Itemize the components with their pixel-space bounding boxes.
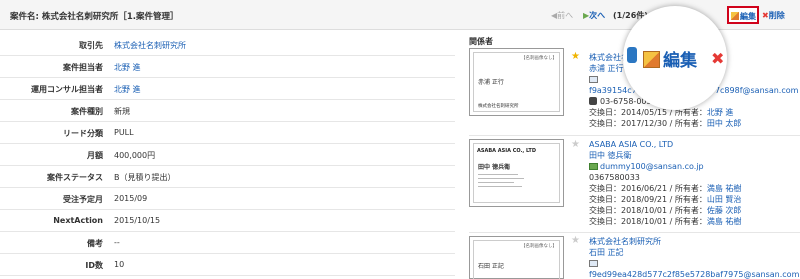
card-name: 石田 正記	[478, 263, 504, 270]
contact-email-link[interactable]: f9ed99ea428d577c2f85e5728baf7975@sansan.…	[589, 270, 799, 279]
business-card-thumbnail[interactable]: 【名刺画像なし】 赤浦 正行 株式会社名刺研究所	[469, 48, 564, 116]
exchange-owner-link[interactable]: 北野 進	[707, 108, 734, 117]
contact-company-link[interactable]: ASABA ASIA CO., LTD	[589, 140, 673, 149]
field-value: --	[114, 238, 120, 247]
field-row: 案件担当者 北野 進	[0, 56, 455, 78]
divider	[469, 135, 800, 136]
exchange-date: 交換日：2018/10/01 / 所有者：	[589, 217, 707, 226]
card-icon	[589, 260, 598, 267]
exchange-date: 交換日：2016/06/21 / 所有者：	[589, 184, 707, 193]
exchange-owner-link[interactable]: 山田 賢治	[707, 195, 742, 204]
exchange-owner-link[interactable]: 佐藤 次郎	[707, 206, 742, 215]
magnified-edit-button: 編集	[643, 46, 697, 71]
field-label: リード分類	[63, 129, 103, 138]
mail-icon	[589, 163, 598, 170]
next-link[interactable]: ▶次へ	[583, 10, 605, 21]
field-row: NextAction 2015/10/15	[0, 210, 455, 232]
contact-phone: 0367580033	[589, 173, 640, 182]
field-row: 案件ステータス B（見積り提出）	[0, 166, 455, 188]
page-title: 案件名: 株式会社名刺研究所［1.案件管理］	[10, 12, 179, 22]
field-label: 受注予定月	[63, 195, 103, 204]
field-value-link[interactable]: 株式会社名刺研究所	[114, 40, 186, 51]
field-row: ID数 10	[0, 254, 455, 276]
delete-icon: ✖	[762, 11, 769, 20]
contact-email-link[interactable]: dummy100@sansan.co.jp	[600, 162, 704, 171]
exchange-owner-link[interactable]: 田中 太郎	[707, 119, 742, 128]
card-line	[478, 186, 522, 187]
magnified-delete-icon: ✖	[711, 49, 725, 68]
star-icon[interactable]: ★	[571, 51, 580, 62]
magnifier-overlay: 編集 ✖	[623, 6, 727, 110]
exchange-owner-link[interactable]: 満島 祐樹	[707, 217, 742, 226]
field-label: 備考	[87, 239, 103, 248]
exchange-date: 交換日：2018/09/21 / 所有者：	[589, 195, 707, 204]
card-logo: ASABA ASIA CO., LTD	[477, 148, 536, 154]
business-card-thumbnail[interactable]: 【名刺画像なし】 石田 正記	[469, 236, 564, 279]
field-value: 2015/09	[114, 194, 148, 203]
field-value: 2015/10/15	[114, 216, 161, 225]
card-name: 田中 徳兵衛	[478, 164, 511, 171]
next-label: 次へ	[589, 11, 606, 20]
prev-label: 前へ	[557, 11, 574, 20]
card-tag: 【名刺画像なし】	[521, 244, 557, 249]
field-label: NextAction	[53, 216, 103, 225]
contact-company-link[interactable]: 株式会社名刺研究所	[589, 237, 661, 246]
contact-name-link[interactable]: 石田 正記	[589, 248, 624, 257]
contact-name-link[interactable]: 赤浦 正行	[589, 64, 624, 73]
field-value-link[interactable]: 北野 進	[114, 62, 141, 73]
field-row: 案件種別 新規	[0, 100, 455, 122]
contact-name-link[interactable]: 田中 徳兵衛	[589, 151, 632, 160]
business-card-thumbnail[interactable]: ASABA ASIA CO., LTD 田中 徳兵衛	[469, 139, 564, 207]
field-label: 案件担当者	[63, 63, 103, 72]
contact-email-tail[interactable]: 7c898f@sansan.com	[715, 86, 798, 95]
field-value: 新規	[114, 107, 130, 116]
delete-button[interactable]: ✖削除	[762, 10, 785, 21]
prev-link[interactable]: ◀前へ	[551, 10, 573, 21]
field-label: 取引先	[79, 41, 103, 50]
field-label: 月額	[87, 151, 103, 160]
field-label: ID数	[85, 261, 103, 270]
card-line	[478, 178, 524, 179]
exchange-date: 交換日：2018/10/01 / 所有者：	[589, 206, 707, 215]
field-row: 運用コンサル担当者 北野 進	[0, 78, 455, 100]
related-section-title: 関係者	[469, 37, 493, 46]
field-row: 月額 400,000円	[0, 144, 455, 166]
magnified-pencil-icon	[643, 51, 660, 68]
field-row: 受注予定月 2015/09	[0, 188, 455, 210]
field-value: B（見積り提出）	[114, 173, 176, 182]
card-icon	[589, 76, 598, 83]
exchange-owner-link[interactable]: 満島 祐樹	[707, 184, 742, 193]
field-row: リード分類 PULL	[0, 122, 455, 144]
card-name: 赤浦 正行	[478, 79, 504, 86]
field-value-link[interactable]: 北野 進	[114, 84, 141, 95]
field-value: PULL	[114, 128, 134, 137]
delete-label: 削除	[768, 11, 785, 20]
exchange-date: 交換日：2014/05/15 / 所有者：	[589, 108, 707, 117]
contact-info: 株式会社名刺研究所 石田 正記 f9ed99ea428d577c2f85e572…	[589, 236, 799, 279]
field-row: 備考 --	[0, 232, 455, 254]
contact-info: ASABA ASIA CO., LTD 田中 徳兵衛 dummy100@sans…	[589, 139, 741, 227]
card-company: 株式会社名刺研究所	[478, 104, 519, 109]
pencil-icon	[731, 12, 739, 20]
field-value: 400,000円	[114, 151, 156, 160]
field-label: 案件ステータス	[47, 173, 103, 182]
divider	[469, 232, 800, 233]
edit-button[interactable]: 編集	[727, 6, 759, 24]
field-label: 案件種別	[71, 107, 103, 116]
exchange-date: 交換日：2017/12/30 / 所有者：	[589, 119, 707, 128]
field-label: 運用コンサル担当者	[31, 85, 103, 94]
star-icon[interactable]: ★	[571, 139, 580, 150]
card-tag: 【名刺画像なし】	[521, 56, 557, 61]
edit-label: 編集	[740, 12, 756, 21]
magnified-edit-label: 編集	[663, 51, 697, 71]
field-row: 取引先 株式会社名刺研究所	[0, 34, 455, 56]
field-value: 10	[114, 260, 125, 269]
magnified-next-icon	[627, 47, 637, 63]
card-line	[478, 182, 514, 183]
phone-icon	[589, 97, 597, 105]
card-line	[478, 174, 518, 175]
star-icon[interactable]: ★	[571, 235, 580, 246]
